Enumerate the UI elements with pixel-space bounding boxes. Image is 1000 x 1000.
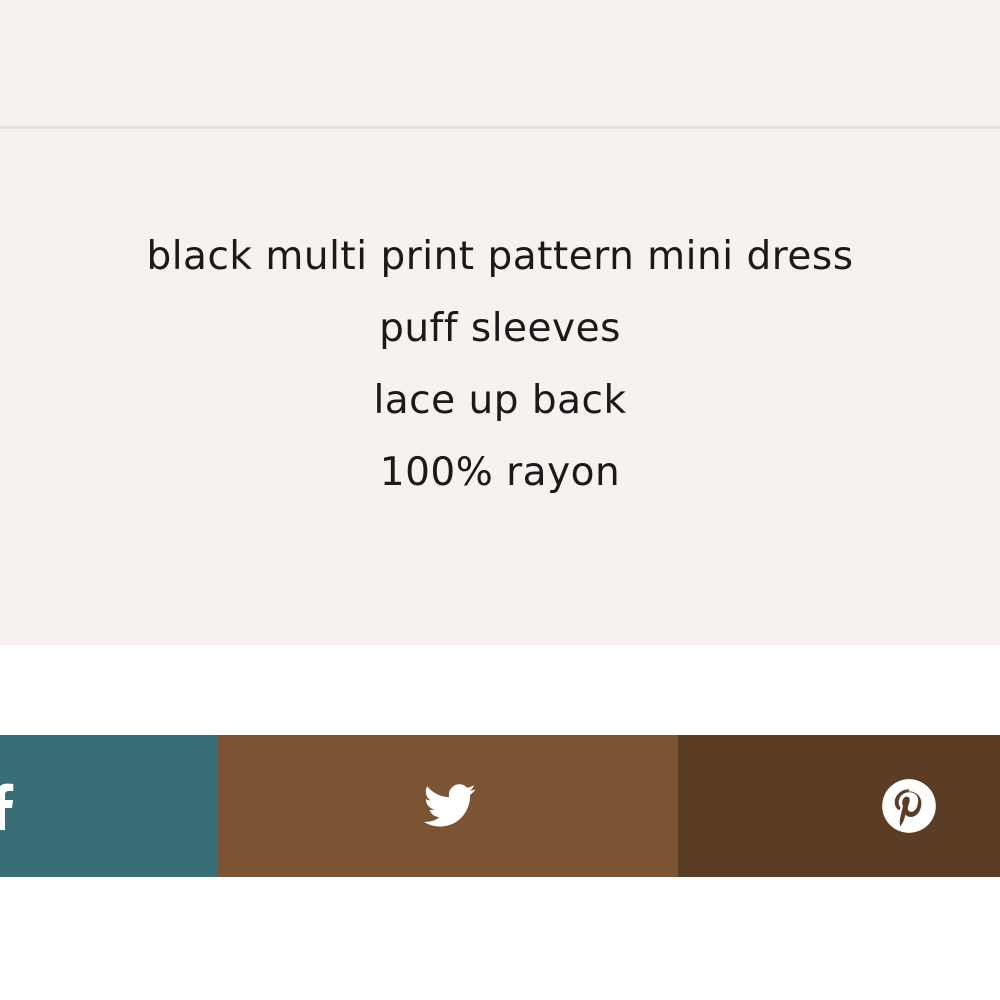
twitter-icon: [423, 784, 477, 828]
description-line: black multi print pattern mini dress: [146, 234, 854, 279]
description-line: 100% rayon: [379, 450, 621, 495]
share-twitter-button[interactable]: [218, 735, 678, 877]
product-description: black multi print pattern mini dress puf…: [0, 129, 1000, 645]
share-pinterest-button[interactable]: [678, 735, 1000, 877]
share-facebook-button[interactable]: [0, 735, 218, 877]
facebook-icon: [0, 782, 14, 830]
pinterest-icon: [881, 778, 937, 834]
top-band: [0, 0, 1000, 126]
description-line: lace up back: [373, 378, 627, 423]
description-line: puff sleeves: [379, 306, 621, 351]
share-bar: [0, 735, 1000, 877]
